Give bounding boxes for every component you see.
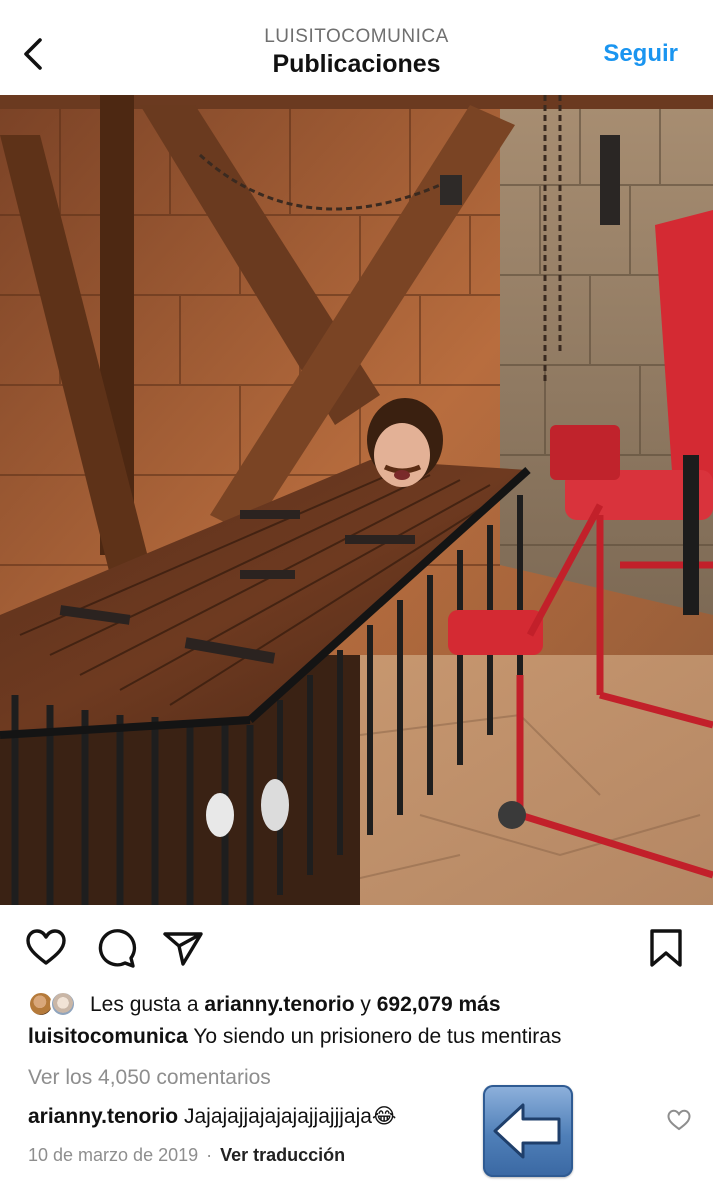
caption-username[interactable]: luisitocomunica bbox=[28, 1025, 188, 1048]
liker-avatars bbox=[28, 991, 84, 1019]
comment-icon[interactable] bbox=[94, 926, 138, 970]
liked-by-username[interactable]: arianny.tenorio bbox=[204, 993, 354, 1017]
likes-join: y bbox=[354, 993, 377, 1016]
likes-count[interactable]: 692,079 más bbox=[377, 993, 501, 1017]
comment-username[interactable]: arianny.tenorio bbox=[28, 1105, 178, 1128]
comment: arianny.tenorio Jajajajjajajajajjajjjaja… bbox=[28, 1104, 396, 1129]
avatar bbox=[50, 991, 76, 1017]
paper-plane-icon[interactable] bbox=[161, 926, 205, 970]
post-date: 10 de marzo de 2019 bbox=[28, 1145, 199, 1165]
comment-like-heart-icon[interactable] bbox=[666, 1108, 692, 1132]
likes-row[interactable]: Les gusta a arianny.tenorio y 692,079 má… bbox=[28, 990, 501, 1020]
follow-button[interactable]: Seguir bbox=[603, 40, 678, 68]
caption: luisitocomunica Yo siendo un prisionero … bbox=[28, 1025, 561, 1049]
post-meta: 10 de marzo de 2019 · Ver traducción bbox=[28, 1145, 345, 1166]
post-actions bbox=[0, 920, 713, 976]
post-photo[interactable] bbox=[0, 95, 713, 905]
bookmark-icon[interactable] bbox=[644, 926, 688, 970]
arrow-left-icon[interactable] bbox=[483, 1085, 573, 1177]
heart-icon[interactable] bbox=[24, 926, 68, 970]
caption-text: Yo siendo un prisionero de tus mentiras bbox=[187, 1025, 562, 1048]
likes-prefix: Les gusta a bbox=[90, 993, 205, 1016]
comment-text: Jajajajjajajajajjajjjaja😂 bbox=[178, 1105, 397, 1128]
see-translation-button[interactable]: Ver traducción bbox=[220, 1145, 345, 1165]
post-photo-illustration bbox=[0, 95, 713, 905]
view-comments-link[interactable]: Ver los 4,050 comentarios bbox=[28, 1066, 271, 1090]
header: LUISITOCOMUNICA Publicaciones Seguir bbox=[0, 0, 713, 95]
meta-separator: · bbox=[206, 1145, 213, 1165]
